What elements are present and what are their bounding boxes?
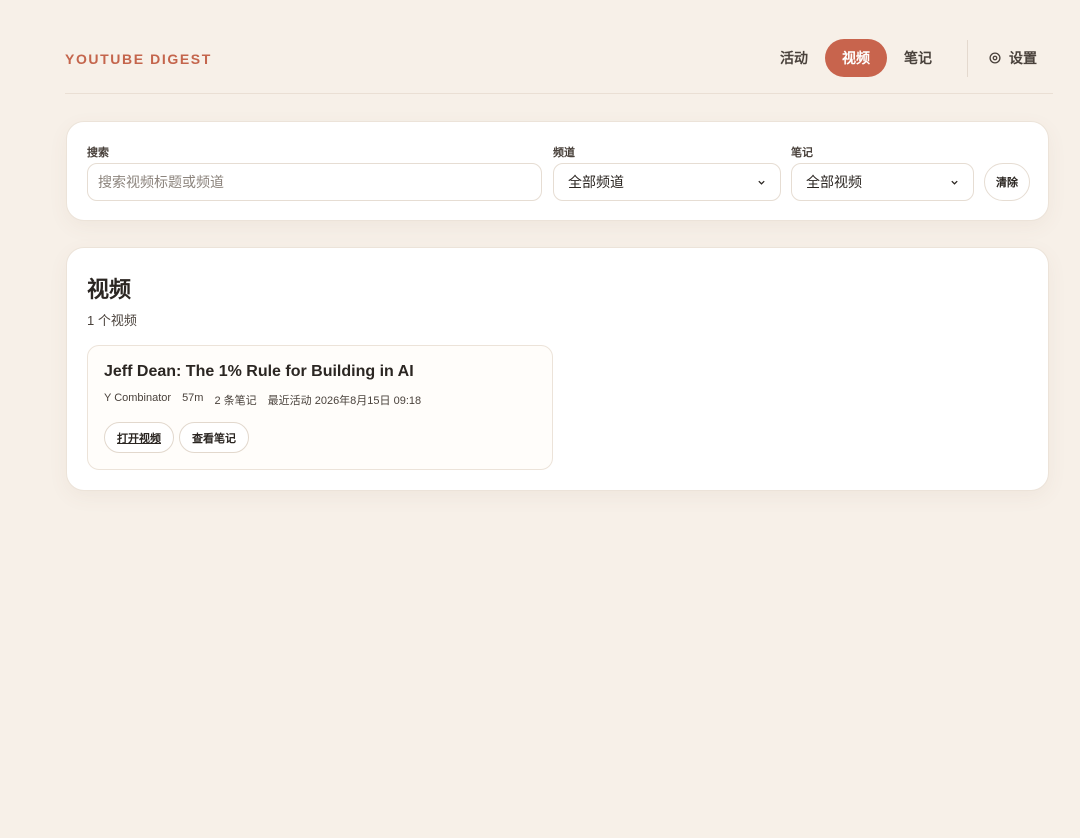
video-notes-count: 2 条笔记 [214,395,257,407]
clear-button[interactable]: 清除 [984,163,1030,201]
videos-panel: 视频 1 个视频 Jeff Dean: The 1% Rule for Buil… [66,247,1049,491]
tab-videos[interactable]: 视频 [825,39,887,77]
search-input[interactable] [87,163,542,201]
brand-logo-text[interactable]: YOUTUBE DIGEST [65,51,212,67]
notes-filter-label: 笔记 [791,147,813,159]
main-nav: 活动 视频 笔记 设置 [763,39,1037,77]
search-label: 搜索 [87,147,109,159]
settings-label: 设置 [1009,50,1037,66]
open-video-label: 打开视频 [117,432,161,445]
page-title: 视频 [87,277,132,302]
nav-divider [967,39,968,77]
channel-select[interactable]: 全部频道 [553,163,781,201]
tab-activity[interactable]: 活动 [763,39,825,77]
video-channel: Y Combinator [104,392,172,404]
video-title[interactable]: Jeff Dean: The 1% Rule for Building in A… [104,363,414,381]
filter-panel: 搜索 频道 全部频道 笔记 全部视频 清除 [66,121,1049,221]
video-count: 1 个视频 [87,313,137,328]
top-header: YOUTUBE DIGEST 活动 视频 笔记 设置 [65,38,1053,94]
chevron-down-icon [951,180,958,185]
settings-button[interactable]: 设置 [988,48,1037,68]
gear-icon [989,52,1001,64]
view-notes-label: 查看笔记 [192,432,236,445]
channel-select-value: 全部频道 [568,174,624,190]
chevron-down-icon [758,180,765,185]
channel-label: 频道 [553,147,575,159]
notes-filter-value: 全部视频 [806,174,862,190]
notes-filter-select[interactable]: 全部视频 [791,163,974,201]
view-notes-button[interactable]: 查看笔记 [179,422,249,453]
video-meta: Y Combinator 57m 2 条笔记 最近活动 2026年8月15日 0… [104,392,421,408]
video-last-activity: 最近活动 2026年8月15日 09:18 [267,395,422,407]
tab-notes[interactable]: 笔记 [887,39,949,77]
video-duration: 57m [182,392,204,404]
open-video-button[interactable]: 打开视频 [104,422,174,453]
video-card: Jeff Dean: The 1% Rule for Building in A… [87,345,553,470]
